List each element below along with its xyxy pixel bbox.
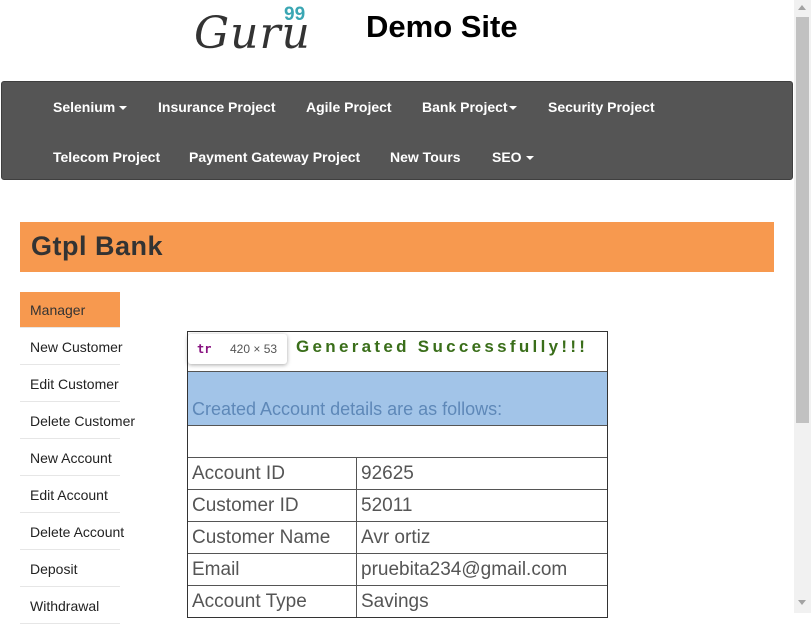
scroll-down-arrow-icon[interactable] bbox=[798, 600, 806, 605]
sidebar-item-edit-customer[interactable]: Edit Customer bbox=[20, 366, 120, 402]
sidebar-item-new-account[interactable]: New Account bbox=[20, 440, 120, 476]
table-row: Email pruebita234@gmail.com bbox=[188, 554, 607, 586]
sidebar-item-deposit[interactable]: Deposit bbox=[20, 551, 120, 587]
sidebar-item-edit-account[interactable]: Edit Account bbox=[20, 477, 120, 513]
row-value: pruebita234@gmail.com bbox=[361, 559, 568, 580]
devtools-tooltip: tr 420 × 53 bbox=[188, 334, 287, 364]
nav-insurance-project[interactable]: Insurance Project bbox=[158, 99, 276, 115]
table-row: Customer Name Avr ortiz bbox=[188, 522, 607, 554]
row-label: Account ID bbox=[188, 458, 357, 489]
sidebar-item-new-customer[interactable]: New Customer bbox=[20, 329, 123, 365]
row-label: Email bbox=[188, 554, 357, 585]
nav-payment-gateway-project[interactable]: Payment Gateway Project bbox=[189, 149, 360, 165]
nav-seo[interactable]: SEO bbox=[492, 149, 534, 165]
logo-superscript: 99 bbox=[284, 4, 306, 25]
row-value: 52011 bbox=[361, 495, 413, 516]
details-heading-row: Created Account details are as follows: bbox=[188, 372, 607, 425]
sidebar-item-delete-account[interactable]: Delete Account bbox=[20, 514, 124, 550]
row-value: Avr ortiz bbox=[361, 527, 431, 548]
caret-down-icon bbox=[119, 106, 128, 111]
vertical-scrollbar[interactable] bbox=[794, 0, 811, 613]
success-message: Generated Successfully!!! bbox=[296, 337, 589, 356]
nav-selenium-label: Selenium bbox=[53, 99, 116, 115]
row-value: 92625 bbox=[361, 463, 414, 484]
row-label: Customer Name bbox=[188, 522, 357, 553]
bank-title: Gtpl Bank bbox=[31, 231, 164, 261]
row-label: Customer ID bbox=[188, 490, 357, 521]
blank-row bbox=[188, 425, 607, 458]
sidebar-item-manager[interactable]: Manager bbox=[20, 292, 120, 328]
nav-bank-project-label: Bank Project bbox=[422, 99, 508, 115]
row-value: Savings bbox=[361, 591, 429, 612]
details-heading: Created Account details are as follows: bbox=[192, 399, 503, 419]
success-message-row: Generated Successfully!!! tr 420 × 53 bbox=[188, 332, 607, 372]
tooltip-tag: tr bbox=[197, 342, 212, 356]
nav-telecom-project[interactable]: Telecom Project bbox=[53, 149, 160, 165]
row-label: Account Type bbox=[188, 586, 357, 617]
nav-agile-project[interactable]: Agile Project bbox=[306, 99, 392, 115]
table-row: Account Type Savings bbox=[188, 586, 607, 617]
scroll-up-arrow-icon[interactable] bbox=[798, 5, 806, 10]
site-title: Demo Site bbox=[366, 9, 518, 44]
nav-selenium[interactable]: Selenium bbox=[53, 99, 128, 115]
table-row: Customer ID 52011 bbox=[188, 490, 607, 522]
nav-seo-label: SEO bbox=[492, 149, 522, 165]
sidebar-item-delete-customer[interactable]: Delete Customer bbox=[20, 403, 135, 439]
bank-header: Gtpl Bank bbox=[20, 222, 774, 272]
caret-down-icon bbox=[508, 106, 517, 111]
scrollbar-thumb[interactable] bbox=[796, 17, 809, 423]
table-row: Account ID 92625 bbox=[188, 458, 607, 490]
nav-security-project[interactable]: Security Project bbox=[548, 99, 655, 115]
tooltip-size: 420 × 53 bbox=[230, 342, 278, 356]
sidebar-item-withdrawal[interactable]: Withdrawal bbox=[20, 588, 120, 624]
nav-bank-project[interactable]: Bank Project bbox=[422, 99, 517, 115]
main-navbar: Selenium Insurance Project Agile Project… bbox=[1, 81, 793, 180]
account-result-table: Generated Successfully!!! tr 420 × 53 Cr… bbox=[187, 331, 608, 618]
nav-new-tours[interactable]: New Tours bbox=[390, 149, 461, 165]
caret-down-icon bbox=[525, 156, 534, 161]
